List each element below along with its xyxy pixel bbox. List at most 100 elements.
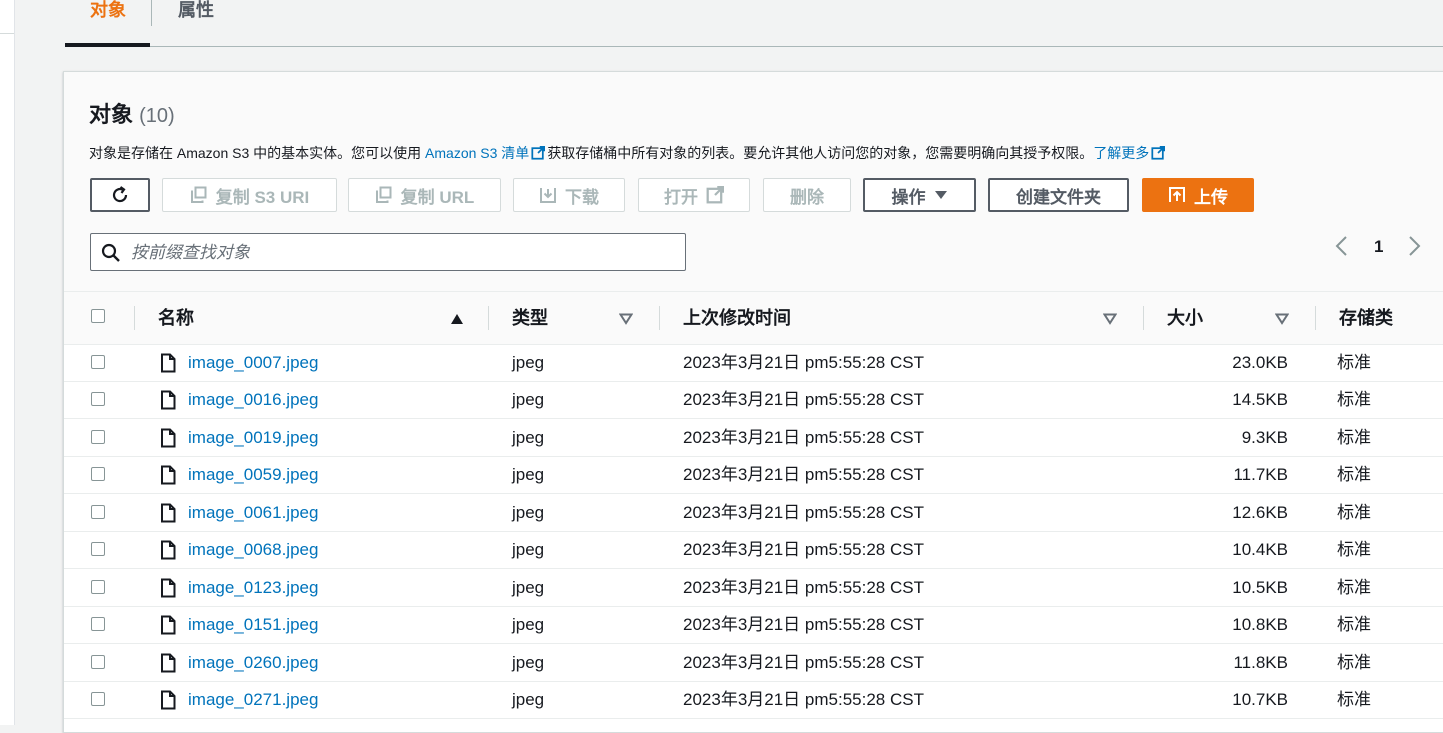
object-name-link[interactable]: image_0061.jpeg <box>160 494 318 531</box>
object-name: image_0068.jpeg <box>188 540 319 559</box>
column-header-type[interactable]: 类型 <box>488 292 642 344</box>
chevron-right-icon[interactable] <box>1408 234 1422 258</box>
column-header-name-label: 名称 <box>158 308 194 328</box>
object-last-modified: 2023年3月21日 pm5:55:28 CST <box>683 690 924 709</box>
object-name-link[interactable]: image_0151.jpeg <box>160 606 318 643</box>
object-storage-class: 标准 <box>1337 540 1371 559</box>
download-button[interactable]: 下载 <box>513 178 625 212</box>
sort-icon[interactable] <box>619 313 633 325</box>
tab-objects[interactable]: 对象 <box>65 0 150 47</box>
panel-title: 对象 (10) <box>89 103 175 128</box>
delete-button[interactable]: 删除 <box>763 178 851 212</box>
row-checkbox[interactable] <box>91 580 105 594</box>
file-icon <box>161 615 176 634</box>
object-size: 10.5KB <box>1232 578 1288 597</box>
column-header-size[interactable]: 大小 <box>1143 292 1297 344</box>
object-storage-class: 标准 <box>1337 428 1371 447</box>
column-header-last-modified[interactable]: 上次修改时间 <box>659 292 1143 344</box>
file-icon <box>161 428 176 447</box>
inventory-link[interactable]: Amazon S3 清单 <box>425 145 547 161</box>
object-storage-class: 标准 <box>1337 353 1371 372</box>
copy-s3-uri-button[interactable]: 复制 S3 URI <box>162 178 337 212</box>
object-name-link[interactable]: image_0260.jpeg <box>160 644 318 681</box>
sort-ascending-icon[interactable] <box>450 313 464 325</box>
object-name: image_0016.jpeg <box>188 390 319 409</box>
object-name-link[interactable]: image_0016.jpeg <box>160 381 318 418</box>
open-button[interactable]: 打开 <box>638 178 750 212</box>
object-size: 11.7KB <box>1233 465 1288 484</box>
actions-dropdown-button[interactable]: 操作 <box>863 178 976 212</box>
file-icon <box>161 578 176 597</box>
object-last-modified: 2023年3月21日 pm5:55:28 CST <box>683 578 924 597</box>
file-icon <box>161 353 176 372</box>
create-folder-button[interactable]: 创建文件夹 <box>988 178 1129 212</box>
object-name: image_0123.jpeg <box>188 578 319 597</box>
object-type: jpeg <box>512 578 545 597</box>
object-name-link[interactable]: image_0068.jpeg <box>160 531 318 568</box>
object-last-modified: 2023年3月21日 pm5:55:28 CST <box>683 540 924 559</box>
description-text-1: 对象是存储在 Amazon S3 中的基本实体。您可以使用 <box>89 145 426 161</box>
copy-url-label: 复制 URL <box>400 187 475 207</box>
object-type: jpeg <box>512 540 545 559</box>
external-link-icon <box>1151 146 1166 160</box>
object-count: (10) <box>139 105 175 127</box>
table-row: image_0016.jpeg jpeg 2023年3月21日 pm5:55:2… <box>64 381 1443 419</box>
learn-more-link[interactable]: 了解更多 <box>1093 145 1167 161</box>
object-last-modified: 2023年3月21日 pm5:55:28 CST <box>683 503 924 522</box>
download-label: 下载 <box>565 187 599 207</box>
copy-url-button[interactable]: 复制 URL <box>348 178 501 212</box>
object-name: image_0019.jpeg <box>188 428 319 447</box>
left-rail <box>0 0 15 725</box>
row-checkbox[interactable] <box>91 467 105 481</box>
sort-icon[interactable] <box>1275 313 1289 325</box>
object-last-modified: 2023年3月21日 pm5:55:28 CST <box>683 615 924 634</box>
description-text-2: 获取存储桶中所有对象的列表。要允许其他人访问您的对象，您需要明确向其授予权限。 <box>547 145 1094 161</box>
column-header-type-label: 类型 <box>512 308 548 328</box>
object-size: 10.7KB <box>1232 690 1288 709</box>
object-name-link[interactable]: image_0019.jpeg <box>160 419 318 456</box>
object-name-link[interactable]: image_0007.jpeg <box>160 344 318 381</box>
row-checkbox[interactable] <box>91 355 105 369</box>
row-checkbox[interactable] <box>91 655 105 669</box>
object-name-link[interactable]: image_0059.jpeg <box>160 456 318 493</box>
row-checkbox[interactable] <box>91 505 105 519</box>
table-row: image_0019.jpeg jpeg 2023年3月21日 pm5:55:2… <box>64 419 1443 457</box>
table-row: image_0059.jpeg jpeg 2023年3月21日 pm5:55:2… <box>64 456 1443 494</box>
file-icon <box>161 465 176 484</box>
upload-button[interactable]: 上传 <box>1142 178 1254 212</box>
object-size: 10.4KB <box>1232 540 1288 559</box>
object-name-link[interactable]: image_0123.jpeg <box>160 569 318 606</box>
object-last-modified: 2023年3月21日 pm5:55:28 CST <box>683 653 924 672</box>
table-row: image_0061.jpeg jpeg 2023年3月21日 pm5:55:2… <box>64 494 1443 532</box>
object-size: 23.0KB <box>1232 353 1288 372</box>
object-storage-class: 标准 <box>1337 653 1371 672</box>
table-row: image_0068.jpeg jpeg 2023年3月21日 pm5:55:2… <box>64 531 1443 569</box>
row-checkbox[interactable] <box>91 617 105 631</box>
object-type: jpeg <box>512 428 545 447</box>
tab-active-indicator <box>65 43 150 47</box>
column-header-storage-class[interactable]: 存储类 <box>1315 292 1439 344</box>
search-input[interactable] <box>129 240 673 266</box>
panel-header: 对象 (10) 对象是存储在 Amazon S3 中的基本实体。您可以使用 Am… <box>64 72 1443 291</box>
tab-properties[interactable]: 属性 <box>151 0 242 26</box>
object-last-modified: 2023年3月21日 pm5:55:28 CST <box>683 390 924 409</box>
select-all-checkbox[interactable] <box>91 309 105 323</box>
object-storage-class: 标准 <box>1337 578 1371 597</box>
refresh-button[interactable] <box>90 178 150 212</box>
object-name-link[interactable]: image_0271.jpeg <box>160 681 318 718</box>
file-icon <box>161 503 176 522</box>
tab-objects-label: 对象 <box>90 0 126 20</box>
delete-label: 删除 <box>790 187 824 207</box>
open-label: 打开 <box>664 187 698 207</box>
object-storage-class: 标准 <box>1337 503 1371 522</box>
column-header-name[interactable]: 名称 <box>134 292 488 344</box>
row-checkbox[interactable] <box>91 692 105 706</box>
current-page[interactable]: 1 <box>1374 237 1383 257</box>
chevron-left-icon[interactable] <box>1334 234 1348 258</box>
sort-icon[interactable] <box>1103 313 1117 325</box>
row-checkbox[interactable] <box>91 430 105 444</box>
row-checkbox[interactable] <box>91 392 105 406</box>
object-storage-class: 标准 <box>1337 390 1371 409</box>
row-checkbox[interactable] <box>91 542 105 556</box>
object-type: jpeg <box>512 615 545 634</box>
